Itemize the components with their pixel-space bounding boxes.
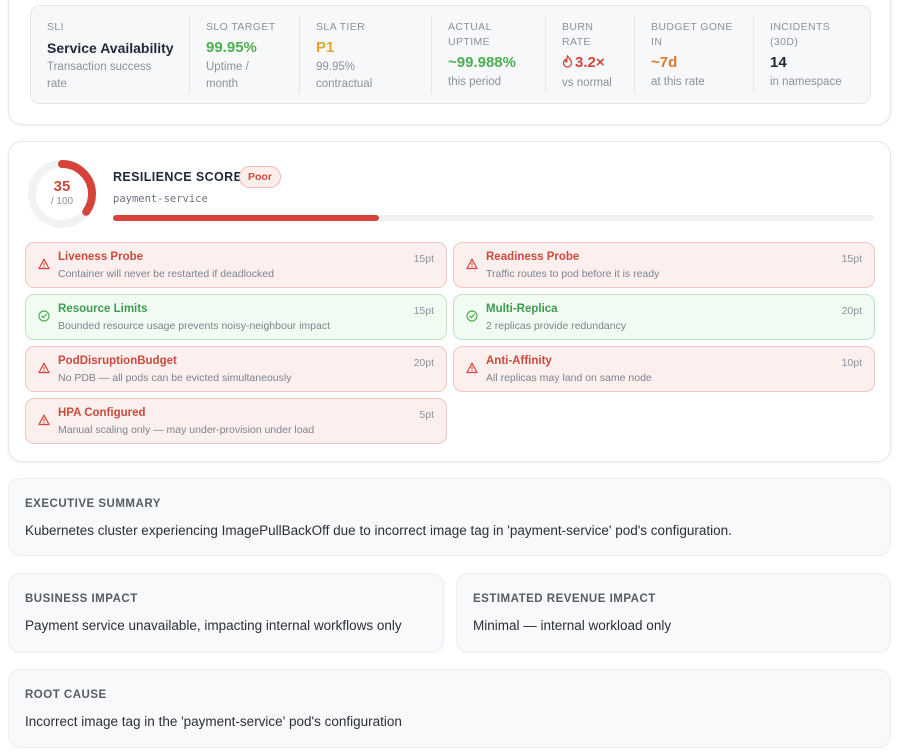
warning-triangle-icon [466,257,478,270]
incidents-sub: in namespace [770,76,842,88]
actual-uptime-column: ACTUAL UPTIME ~99.988% this period [431,16,545,94]
resilience-card: 35 / 100 RESILIENCE SCORE Poor payment-s… [8,141,891,462]
root-cause-panel: ROOT CAUSE Incorrect image tag in the 'p… [8,669,891,748]
score-bar-fill [113,215,380,221]
check-resource-limits: Resource Limits Bounded resource usage pr… [25,294,447,340]
business-impact-text: Payment service unavailable, impacting i… [25,618,402,633]
sli-value: Service Availability [47,40,174,56]
sli-sub: Transaction success rate [47,61,152,90]
check-points: 15pt [413,253,434,265]
business-impact-label: BUSINESS IMPACT [25,593,138,605]
budget-gone-sub: at this rate [651,76,705,88]
check-description: Traffic routes to pod before it is ready [486,268,660,280]
sli-column: SLI Service Availability Transaction suc… [31,6,189,105]
check-name: Multi-Replica [486,303,558,315]
executive-summary-label: EXECUTIVE SUMMARY [25,498,161,510]
check-name: Resource Limits [58,303,148,315]
check-poddisruptionbudget: PodDisruptionBudget No PDB — all pods can… [25,346,447,392]
actual-uptime-value: ~99.988% [448,54,516,71]
incidents-column: INCIDENTS (30D) 14 in namespace [753,16,872,94]
check-description: Bounded resource usage prevents noisy-ne… [58,320,331,332]
budget-gone-column: BUDGET GONE IN ~7d at this rate [634,16,753,94]
executive-summary-panel: EXECUTIVE SUMMARY Kubernetes cluster exp… [8,478,891,556]
slo-target-label: SLO TARGET [206,21,276,33]
service-name: payment-service [113,193,208,205]
check-description: 2 replicas provide redundancy [486,320,627,332]
check-points: 20pt [841,305,862,317]
warning-triangle-icon [38,413,50,426]
actual-uptime-label: ACTUAL UPTIME [448,21,492,48]
sli-summary-strip: SLI Service Availability Transaction suc… [30,5,871,104]
warning-triangle-icon [38,257,50,270]
root-cause-text: Incorrect image tag in the 'payment-serv… [25,714,402,729]
sla-tier-sub: 99.95% contractual [316,61,373,90]
check-description: No PDB — all pods can be evicted simulta… [58,372,292,384]
check-points: 15pt [413,305,434,317]
warning-triangle-icon [38,361,50,374]
check-name: Readiness Probe [486,251,580,263]
burn-rate-number: 3.2× [575,54,605,71]
executive-summary-text: Kubernetes cluster experiencing ImagePul… [25,523,732,538]
check-multi-replica: Multi-Replica 2 replicas provide redundan… [453,294,875,340]
check-points: 5pt [419,409,434,421]
incidents-value: 14 [770,54,787,71]
slo-target-value: 99.95% [206,39,257,56]
check-points: 15pt [841,253,862,265]
warning-triangle-icon [466,361,478,374]
burn-rate-label: BURN RATE [562,21,594,48]
revenue-impact-label: ESTIMATED REVENUE IMPACT [473,593,656,605]
check-circle-icon [466,309,478,322]
check-points: 20pt [413,357,434,369]
check-name: HPA Configured [58,407,146,419]
sli-label: SLI [47,21,64,33]
sla-tier-value: P1 [316,39,335,56]
status-badge: Poor [239,166,281,188]
revenue-impact-panel: ESTIMATED REVENUE IMPACT Minimal — inter… [456,573,891,653]
check-points: 10pt [841,357,862,369]
check-liveness-probe: Liveness Probe Container will never be re… [25,242,447,288]
check-name: Liveness Probe [58,251,144,263]
check-description: Container will never be restarted if dea… [58,268,274,280]
budget-gone-value: ~7d [651,54,678,71]
flame-icon [562,53,573,75]
actual-uptime-sub: this period [448,76,502,88]
business-impact-panel: BUSINESS IMPACT Payment service unavaila… [8,573,444,653]
budget-gone-label: BUDGET GONE IN [651,21,733,48]
check-circle-icon [38,309,50,322]
check-description: Manual scaling only — may under-provisio… [58,424,315,436]
check-name: Anti-Affinity [486,355,552,367]
sli-card: SLI Service Availability Transaction suc… [8,0,891,125]
check-anti-affinity: Anti-Affinity All replicas may land on sa… [453,346,875,392]
check-name: PodDisruptionBudget [58,355,177,367]
slo-target-column: SLO TARGET 99.95% Uptime / month [189,16,299,94]
burn-rate-sub: vs normal [562,77,612,89]
resilience-title: RESILIENCE SCORE [113,170,243,184]
slo-target-sub: Uptime / month [206,61,249,90]
score-value: 35 [53,178,71,195]
sla-tier-column: SLA TIER P1 99.95% contractual [299,16,431,94]
score-bar [113,215,874,221]
burn-rate-value: 3.2× [562,52,634,75]
check-description: All replicas may land on same node [486,372,652,384]
root-cause-label: ROOT CAUSE [25,689,107,701]
incidents-label: INCIDENTS (30D) [770,21,831,48]
burn-rate-column: BURN RATE 3.2× vs normal [545,16,634,94]
score-max: / 100 [50,196,74,207]
revenue-impact-text: Minimal — internal workload only [473,618,672,633]
sla-tier-label: SLA TIER [316,21,366,33]
check-hpa-configured: HPA Configured Manual scaling only — may … [25,398,447,444]
check-readiness-probe: Readiness Probe Traffic routes to pod bef… [453,242,875,288]
